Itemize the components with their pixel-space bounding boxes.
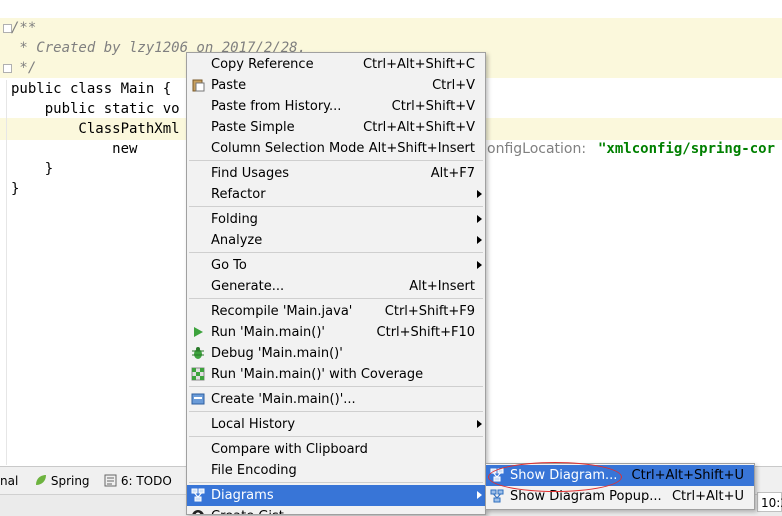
menu-item-label: Local History — [211, 417, 296, 432]
menu-item-create-run-config[interactable]: Create 'Main.main()'... — [187, 389, 485, 410]
menu-item-refactor[interactable]: Refactor — [187, 184, 485, 205]
menu-item-run[interactable]: Run 'Main.main()' Ctrl+Shift+F10 — [187, 322, 485, 343]
menu-item-label: Diagrams — [211, 488, 274, 503]
menu-item-label: Go To — [211, 258, 247, 273]
todo-tab[interactable]: 6: TODO — [104, 473, 172, 489]
menu-item-folding[interactable]: Folding — [187, 209, 485, 230]
menu-item-generate[interactable]: Generate... Alt+Insert — [187, 276, 485, 297]
clipboard-icon — [192, 79, 205, 92]
submenu-arrow-icon — [477, 190, 482, 198]
context-menu: Copy Reference Ctrl+Alt+Shift+C Paste Ct… — [186, 52, 486, 515]
menu-separator — [189, 411, 483, 412]
submenu-arrow-icon — [477, 215, 482, 223]
spring-leaf-icon — [36, 475, 46, 485]
menu-item-copy-reference[interactable]: Copy Reference Ctrl+Alt+Shift+C — [187, 54, 485, 75]
code-line: */ — [11, 60, 37, 76]
menu-item-label: Create 'Main.main()'... — [211, 392, 356, 407]
code-line: public class Main { — [11, 81, 172, 97]
menu-shortcut: Alt+Insert — [409, 279, 475, 294]
menu-item-column-selection-mode[interactable]: Column Selection Mode Alt+Shift+Insert — [187, 138, 485, 159]
menu-item-label: Paste Simple — [211, 120, 295, 135]
menu-shortcut: Ctrl+V — [432, 78, 475, 93]
menu-shortcut: Alt+Shift+Insert — [368, 141, 475, 156]
menu-item-label: Paste — [211, 78, 247, 93]
string-literal: "xmlconfig/spring-cor — [598, 141, 776, 157]
menu-item-create-gist[interactable]: Create Gist... — [187, 506, 485, 514]
annotation-circle — [488, 462, 622, 492]
menu-item-paste[interactable]: Paste Ctrl+V — [187, 75, 485, 96]
menu-item-label: Compare with Clipboard — [211, 442, 368, 457]
code-line: } — [11, 181, 20, 197]
menu-separator — [189, 206, 483, 207]
statusbar-left-tab[interactable]: nal — [0, 473, 18, 489]
menu-item-label: Copy Reference — [211, 57, 314, 72]
menu-separator — [189, 298, 483, 299]
menu-item-label: Debug 'Main.main()' — [211, 346, 343, 361]
code-line: new — [11, 141, 138, 157]
gutter-guide — [6, 80, 7, 465]
parameter-hint: onfigLocation: — [487, 141, 587, 157]
menu-separator — [189, 436, 483, 437]
run-icon — [194, 327, 203, 337]
diagram-icon — [191, 488, 205, 502]
menu-item-label: Recompile 'Main.java' — [211, 304, 353, 319]
debug-icon — [192, 347, 204, 359]
menu-item-run-with-coverage[interactable]: Run 'Main.main()' with Coverage — [187, 364, 485, 385]
menu-item-go-to[interactable]: Go To — [187, 255, 485, 276]
menu-item-label: Run 'Main.main()' with Coverage — [211, 367, 424, 382]
menu-separator — [189, 160, 483, 161]
menu-shortcut: Ctrl+Shift+F9 — [384, 304, 475, 319]
menu-shortcut: Ctrl+Alt+U — [671, 489, 744, 504]
diagram-icon — [490, 489, 504, 503]
menu-item-recompile[interactable]: Recompile 'Main.java' Ctrl+Shift+F9 — [187, 301, 485, 322]
menu-item-analyze[interactable]: Analyze — [187, 230, 485, 251]
submenu-arrow-icon — [477, 420, 482, 428]
menu-item-compare-with-clipboard[interactable]: Compare with Clipboard — [187, 439, 485, 460]
menu-separator — [189, 252, 483, 253]
menu-item-label: Refactor — [211, 187, 266, 202]
github-icon — [192, 510, 204, 514]
menu-item-debug[interactable]: Debug 'Main.main()' — [187, 343, 485, 364]
code-line: ClassPathXml — [11, 121, 180, 137]
menu-shortcut: Alt+F7 — [430, 166, 475, 181]
menu-shortcut: Ctrl+Alt+Shift+C — [362, 57, 475, 72]
spring-tab[interactable]: Spring — [34, 473, 90, 489]
menu-item-paste-simple[interactable]: Paste Simple Ctrl+Alt+Shift+V — [187, 117, 485, 138]
menu-separator — [189, 482, 483, 483]
menu-item-label: File Encoding — [211, 463, 297, 478]
menu-item-label: Find Usages — [211, 166, 290, 181]
code-line: } — [11, 161, 54, 177]
submenu-arrow-icon — [477, 491, 482, 499]
menu-item-label: Create Gist... — [211, 506, 296, 514]
menu-item-label: Run 'Main.main()' — [211, 325, 325, 340]
menu-item-label: Generate... — [211, 279, 285, 294]
menu-item-label: Analyze — [211, 233, 263, 248]
run-config-icon — [191, 393, 205, 405]
menu-item-paste-from-history[interactable]: Paste from History... Ctrl+Shift+V — [187, 96, 485, 117]
menu-shortcut: Ctrl+Shift+F10 — [376, 325, 475, 340]
code-line: public static vo — [11, 101, 180, 117]
menu-item-file-encoding[interactable]: File Encoding — [187, 460, 485, 481]
submenu-arrow-icon — [477, 261, 482, 269]
menu-shortcut: Ctrl+Alt+Shift+U — [631, 468, 744, 483]
menu-item-label: Column Selection Mode — [211, 141, 365, 156]
submenu-arrow-icon — [477, 236, 482, 244]
todo-icon — [104, 474, 117, 487]
menu-separator — [189, 386, 483, 387]
menu-shortcut: Ctrl+Alt+Shift+V — [363, 120, 475, 135]
code-line: /** — [11, 20, 37, 36]
caret-position[interactable]: 10:2 — [757, 492, 782, 512]
todo-tab-label: 6: TODO — [120, 474, 172, 488]
spring-tab-label: Spring — [50, 474, 90, 488]
menu-item-label: Paste from History... — [211, 99, 342, 114]
menu-item-local-history[interactable]: Local History — [187, 414, 485, 435]
menu-item-find-usages[interactable]: Find Usages Alt+F7 — [187, 163, 485, 184]
menu-item-diagrams[interactable]: Diagrams — [187, 485, 485, 506]
coverage-icon — [191, 367, 205, 381]
menu-item-label: Folding — [211, 212, 258, 227]
menu-shortcut: Ctrl+Shift+V — [391, 99, 475, 114]
